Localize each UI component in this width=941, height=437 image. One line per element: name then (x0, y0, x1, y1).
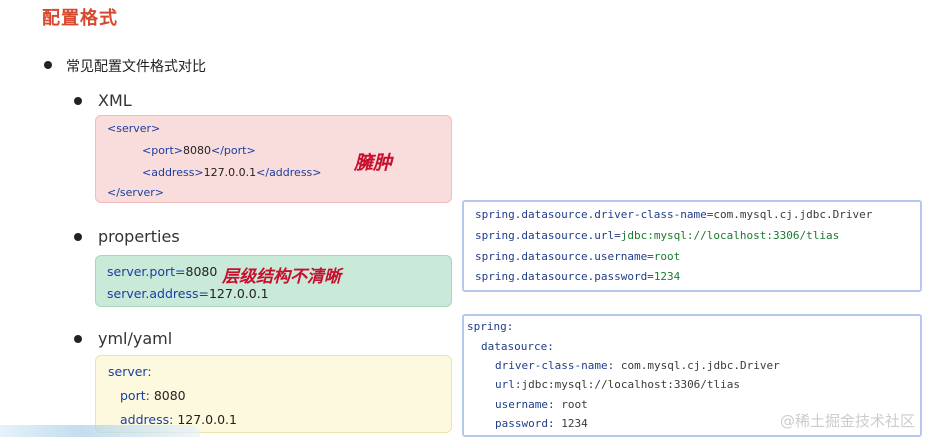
yml-line-2: port: 8080 (120, 388, 186, 403)
yml-code-line-4: url:jdbc:mysql://localhost:3306/tlias (495, 378, 741, 391)
properties-code-line-3: spring.datasource.username=root (475, 250, 681, 263)
xml-line-3: <address>127.0.0.1</address> (142, 166, 322, 179)
yml-code-line-5: username: root (495, 398, 588, 411)
properties-line-2: server.address=127.0.0.1 (107, 286, 269, 301)
properties-code-line-4: spring.datasource.password=1234 (475, 270, 681, 283)
xml-example-box: <server> <port>8080</port> <address>127.… (95, 115, 452, 203)
properties-annotation: 层级结构不清晰 (222, 267, 341, 287)
yml-code-line-6: password: 1234 (495, 417, 588, 430)
xml-line-4: </server> (107, 186, 164, 199)
xml-line-1: <server> (107, 122, 161, 135)
bullet-dot (74, 335, 82, 343)
yml-code-line-1: spring: (467, 320, 514, 333)
watermark: @稀土掘金技术社区 (780, 412, 916, 430)
page-title: 配置格式 (42, 8, 118, 29)
properties-line-1: server.port=8080 (107, 264, 218, 279)
xml-annotation: 臃肿 (354, 152, 393, 174)
main-bullet-text: 常见配置文件格式对比 (66, 59, 206, 75)
properties-code-line-2: spring.datasource.url=jdbc:mysql://local… (475, 229, 840, 242)
xml-label: XML (98, 91, 132, 110)
properties-code-panel: spring.datasource.driver-class-name=com.… (462, 200, 922, 292)
yml-code-line-2: datasource: (481, 340, 554, 353)
xml-line-2: <port>8080</port> (142, 144, 256, 157)
bullet-dot (74, 97, 82, 105)
yml-line-1: server: (108, 364, 152, 379)
properties-code-line-1: spring.datasource.driver-class-name=com.… (475, 208, 873, 221)
yml-label: yml/yaml (98, 329, 173, 348)
bullet-dot (74, 233, 82, 241)
properties-label: properties (98, 227, 180, 246)
yml-code-line-3: driver-class-name: com.mysql.cj.jdbc.Dri… (495, 359, 780, 372)
properties-example-box: server.port=8080 server.address=127.0.0.… (95, 255, 452, 307)
yml-example-box: server: port: 8080 address: 127.0.0.1 (95, 355, 452, 433)
decorative-wave (0, 425, 200, 437)
bullet-dot (44, 61, 52, 69)
